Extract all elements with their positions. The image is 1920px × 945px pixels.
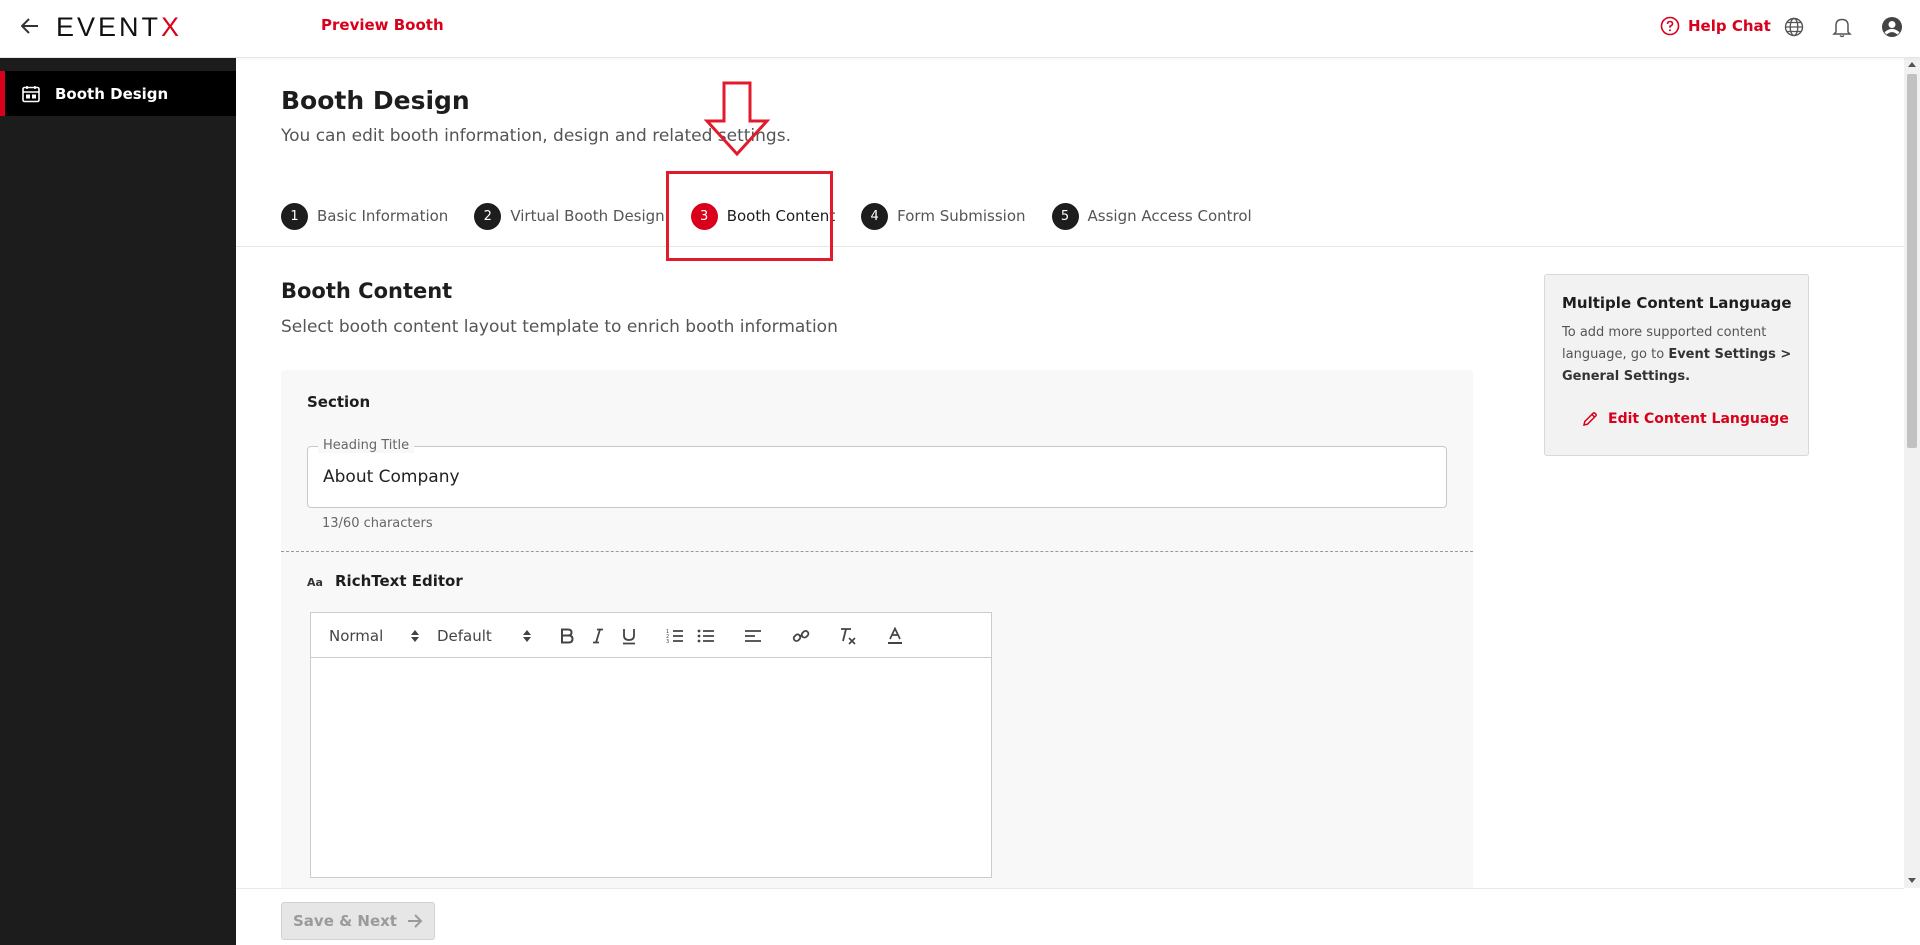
ordered-list-icon[interactable]: 123 — [663, 624, 687, 648]
svg-text:3: 3 — [666, 639, 669, 644]
globe-icon[interactable] — [1782, 15, 1806, 39]
rich-text-editor: Normal Default 123 — [310, 612, 992, 878]
content-section-panel: Section Heading Title 13/60 characters A… — [281, 370, 1473, 945]
bottom-action-bar: Save & Next — [236, 888, 1904, 945]
align-left-icon[interactable] — [741, 624, 765, 648]
clear-format-icon[interactable] — [836, 624, 860, 648]
arrow-right-icon — [407, 914, 423, 928]
character-count: 13/60 characters — [322, 516, 433, 531]
bold-icon[interactable] — [555, 624, 579, 648]
account-icon[interactable] — [1880, 15, 1904, 39]
save-next-button[interactable]: Save & Next — [281, 902, 435, 940]
annotation-down-arrow-icon — [703, 81, 771, 161]
scroll-down-icon[interactable] — [1908, 878, 1916, 883]
paragraph-style-value: Normal — [329, 627, 384, 645]
scroll-thumb[interactable] — [1907, 74, 1917, 448]
main-content: Booth Design You can edit booth informat… — [236, 58, 1904, 945]
section-label: Section — [307, 393, 371, 411]
scroll-up-icon[interactable] — [1908, 62, 1916, 67]
annotation-highlight-box — [666, 171, 833, 261]
text-format-icon: Aa — [307, 576, 323, 588]
select-arrows-icon — [523, 630, 531, 642]
edit-content-language-label: Edit Content Language — [1608, 411, 1789, 427]
back-arrow-icon[interactable] — [18, 14, 42, 38]
editor-text-area[interactable] — [311, 658, 991, 877]
sidebar: Booth Design — [0, 58, 236, 945]
logo-accent: X — [161, 11, 183, 42]
step-number: 2 — [474, 202, 502, 230]
editor-toolbar: Normal Default 123 — [311, 613, 991, 658]
section-subtitle: Select booth content layout template to … — [281, 317, 838, 337]
step-basic-information[interactable]: 1 Basic Information — [281, 202, 449, 230]
step-label: Virtual Booth Design — [510, 207, 665, 225]
step-number: 1 — [281, 202, 308, 230]
save-next-label: Save & Next — [293, 912, 397, 930]
heading-title-input[interactable] — [323, 463, 1423, 491]
eventx-logo[interactable]: EVENT X — [56, 11, 183, 42]
bullet-list-icon[interactable] — [694, 624, 718, 648]
stepper-divider — [236, 246, 1904, 247]
font-family-value: Default — [437, 627, 492, 645]
page-scrollbar[interactable] — [1904, 58, 1920, 888]
sidebar-item-label: Booth Design — [55, 84, 169, 103]
preview-booth-link[interactable]: Preview Booth — [321, 16, 444, 34]
section-divider — [281, 551, 1473, 552]
language-card-description: To add more supported content language, … — [1562, 322, 1792, 388]
paragraph-style-select[interactable]: Normal — [329, 625, 419, 647]
step-label: Basic Information — [317, 207, 449, 225]
pencil-icon — [1583, 412, 1597, 426]
step-label: Assign Access Control — [1087, 207, 1252, 225]
help-chat-label: Help Chat — [1688, 17, 1771, 35]
select-arrows-icon — [411, 630, 419, 642]
multiple-content-language-card: Multiple Content Language To add more su… — [1544, 274, 1809, 456]
italic-icon[interactable] — [586, 624, 610, 648]
font-family-select[interactable]: Default — [437, 625, 531, 647]
heading-title-label: Heading Title — [318, 438, 415, 453]
rich-text-label: RichText Editor — [335, 572, 463, 590]
help-chat-button[interactable]: Help Chat — [1660, 16, 1771, 36]
text-color-icon[interactable] — [883, 624, 907, 648]
underline-icon[interactable] — [617, 624, 641, 648]
step-form-submission[interactable]: 4 Form Submission — [861, 202, 1026, 230]
heading-title-field: Heading Title — [307, 438, 1447, 508]
section-title: Booth Content — [281, 279, 453, 303]
step-number: 5 — [1051, 202, 1079, 230]
link-icon[interactable] — [789, 624, 813, 648]
top-bar: EVENT X Preview Booth Help Chat — [0, 0, 1920, 58]
booth-design-icon — [21, 84, 41, 104]
edit-content-language-button[interactable]: Edit Content Language — [1582, 411, 1789, 427]
step-label: Form Submission — [897, 207, 1026, 225]
bell-icon[interactable] — [1830, 15, 1854, 39]
rich-text-header: Aa RichText Editor — [307, 572, 463, 590]
page-title: Booth Design — [281, 86, 470, 115]
step-number: 4 — [861, 202, 889, 230]
language-card-title: Multiple Content Language — [1562, 294, 1792, 312]
step-virtual-booth-design[interactable]: 2 Virtual Booth Design — [474, 202, 665, 230]
sidebar-item-booth-design[interactable]: Booth Design — [0, 71, 236, 116]
step-assign-access-control[interactable]: 5 Assign Access Control — [1051, 202, 1252, 230]
svg-text:Aa: Aa — [307, 576, 323, 588]
logo-text: EVENT — [56, 11, 162, 42]
help-circle-icon — [1660, 16, 1680, 36]
